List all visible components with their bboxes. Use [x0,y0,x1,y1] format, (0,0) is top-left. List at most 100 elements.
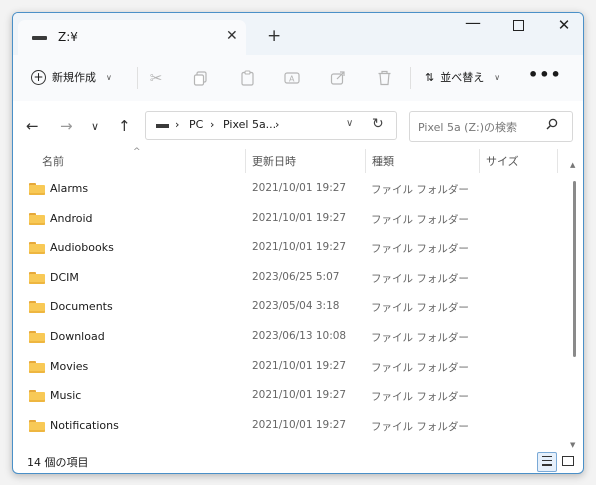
column-header-name[interactable]: 名前 [42,153,64,169]
column-divider[interactable] [365,149,366,173]
file-type: ファイル フォルダー [371,331,469,344]
tab-drive-z[interactable]: Z:¥ ✕ [18,20,246,55]
file-row[interactable]: Movies 2021/10/01 19:27 ファイル フォルダー [13,353,568,383]
minimize-button[interactable]: — [459,13,487,37]
column-divider[interactable] [245,149,246,173]
folder-icon [29,242,45,255]
file-row[interactable]: Alarms 2021/10/01 19:27 ファイル フォルダー [13,175,568,205]
vertical-scrollbar[interactable]: ▲ ▼ [570,161,578,451]
copy-icon[interactable] [189,67,211,89]
file-row[interactable]: Android 2021/10/01 19:27 ファイル フォルダー [13,205,568,235]
delete-icon[interactable] [373,67,395,89]
chevron-down-icon: ∨ [494,72,501,82]
scroll-down-icon[interactable]: ▼ [570,441,575,449]
column-header-type[interactable]: 種類 [372,153,394,169]
share-icon[interactable] [327,67,349,89]
drive-icon [156,124,169,128]
column-divider[interactable] [557,149,558,173]
breadcrumb-pixel5a[interactable]: Pixel 5a... [223,118,276,131]
close-window-button[interactable]: ✕ [550,16,578,40]
sort-ascending-icon: ^ [133,147,141,157]
folder-icon [29,390,45,403]
svg-text:A: A [289,75,295,84]
file-date: 2023/06/25 5:07 [252,270,340,283]
file-name: Movies [50,359,89,373]
file-date: 2023/06/13 10:08 [252,329,347,342]
column-divider[interactable] [479,149,480,173]
file-name: Music [50,389,82,403]
sort-icon: ⇅ [425,70,435,84]
file-name: Download [50,329,105,343]
breadcrumb-separator[interactable]: › [175,118,179,131]
tab-close-icon[interactable]: ✕ [226,28,238,44]
back-button[interactable]: ← [26,117,39,135]
address-bar[interactable]: › PC › Pixel 5a... › ∨ ↻ [145,111,397,140]
tab-title: Z:¥ [58,30,78,44]
file-date: 2021/10/01 19:27 [252,241,347,254]
column-header-date[interactable]: 更新日時 [252,153,296,169]
toolbar-divider [410,67,411,89]
file-date: 2021/10/01 19:27 [252,359,347,372]
file-name: Documents [50,300,113,314]
title-bar: Z:¥ ✕ + — ✕ [13,13,583,55]
recent-locations-button[interactable]: ∨ [91,120,99,133]
more-options-button[interactable]: ••• [528,65,562,84]
scroll-up-icon[interactable]: ▲ [570,161,575,169]
file-name: Alarms [50,182,89,195]
breadcrumb-pc[interactable]: PC [189,118,203,131]
plus-circle-icon: + [31,69,46,85]
refresh-icon[interactable]: ↻ [372,116,384,132]
sort-button[interactable]: ⇅ 並べ替え ∨ [425,69,500,85]
search-placeholder: Pixel 5a (Z:)の検索 [418,121,517,134]
file-type: ファイル フォルダー [371,184,469,196]
file-type: ファイル フォルダー [371,213,469,226]
up-button[interactable]: ↑ [118,117,131,135]
file-row[interactable]: Download 2023/06/13 10:08 ファイル フォルダー [13,323,568,353]
command-bar: + 新規作成 ∨ ✂ A ⇅ 並べ替え ∨ ••• [13,55,583,102]
paste-icon[interactable] [236,67,258,89]
file-row[interactable]: Notifications 2021/10/01 19:27 ファイル フォルダ… [13,412,568,442]
maximize-button[interactable] [504,17,532,41]
folder-icon [29,212,45,225]
chevron-down-icon: ∨ [106,72,112,82]
file-date: 2021/10/01 19:27 [252,182,347,194]
scroll-thumb[interactable] [573,181,576,357]
new-tab-button[interactable]: + [267,26,281,46]
large-icons-view-button[interactable] [560,453,576,469]
column-header-size[interactable]: サイズ [486,153,519,169]
address-dropdown-icon[interactable]: ∨ [346,118,353,129]
file-type: ファイル フォルダー [371,420,469,433]
drive-icon [32,36,47,40]
forward-button[interactable]: → [60,117,73,135]
file-row[interactable]: Audiobooks 2021/10/01 19:27 ファイル フォルダー [13,234,568,264]
file-date: 2021/10/01 19:27 [252,389,347,402]
breadcrumb-separator[interactable]: › [210,118,214,131]
column-headers: ^ 名前 更新日時 種類 サイズ [13,147,583,173]
folder-icon [29,271,45,284]
folder-icon [29,301,45,314]
search-icon [546,118,558,133]
cut-icon[interactable]: ✂ [145,67,167,89]
status-bar: 14 個の項目 [13,451,583,473]
rename-icon[interactable]: A [281,67,303,89]
details-view-button[interactable] [537,452,557,472]
file-row[interactable]: Music 2021/10/01 19:27 ファイル フォルダー [13,382,568,412]
sort-button-label: 並べ替え [440,71,485,84]
toolbar-divider [137,67,138,89]
file-date: 2023/05/04 3:18 [252,300,340,313]
file-name: Android [50,211,93,225]
new-button[interactable]: + 新規作成 ∨ [31,65,112,89]
file-list: Alarms 2021/10/01 19:27 ファイル フォルダー Andro… [13,175,568,441]
file-row[interactable]: DCIM 2023/06/25 5:07 ファイル フォルダー [13,264,568,294]
search-box[interactable]: Pixel 5a (Z:)の検索 [409,111,573,142]
file-row[interactable]: Documents 2023/05/04 3:18 ファイル フォルダー [13,293,568,323]
folder-icon [29,419,45,432]
new-button-label: 新規作成 [52,71,96,84]
breadcrumb-separator[interactable]: › [275,118,279,131]
maximize-icon [512,20,524,31]
file-type: ファイル フォルダー [371,272,469,285]
folder-icon [29,360,45,373]
explorer-window: Z:¥ ✕ + — ✕ + 新規作成 ∨ ✂ A ⇅ 並べ替え ∨ ••• ← … [12,12,584,474]
navigation-bar: ← → ∨ ↑ › PC › Pixel 5a... › ∨ ↻ Pixel 5… [13,101,583,149]
file-type: ファイル フォルダー [371,302,469,315]
